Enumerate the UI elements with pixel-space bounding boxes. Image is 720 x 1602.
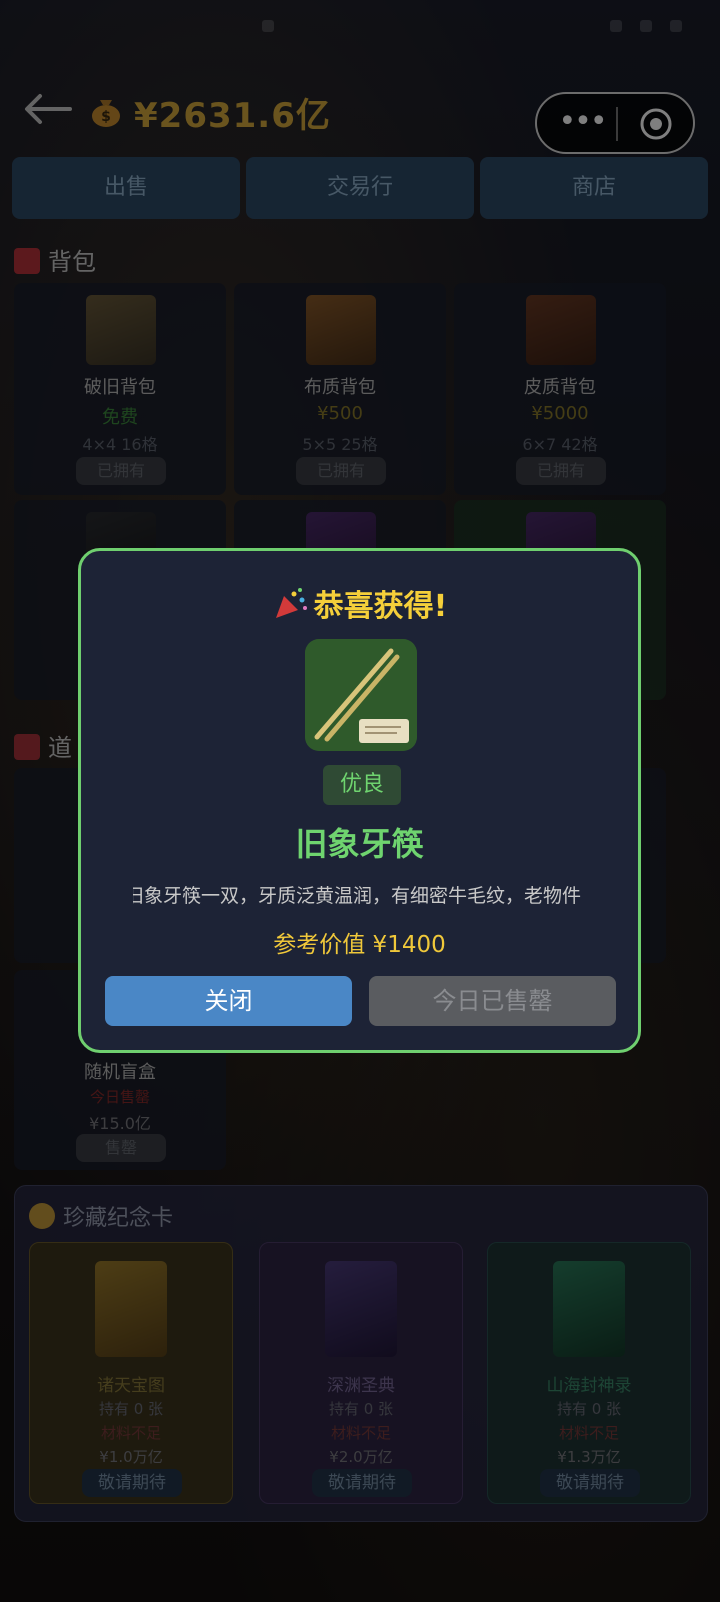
sold-out-button: 今日已售罄 <box>369 976 616 1026</box>
reference-value: 参考价值 ¥1400 <box>273 932 446 958</box>
reward-modal: 恭喜获得! 优良 旧象牙筷 旧象牙筷一双，牙质泛黄温润，有细密牛毛纹，老物件 参… <box>78 548 641 1053</box>
close-button[interactable]: 关闭 <box>105 976 352 1026</box>
app-root: $ ¥2631.6亿 ••• 出售 交易行 商店 背包 破旧背包 免费 4×4 … <box>0 0 720 1602</box>
party-popper-icon <box>275 588 307 618</box>
chopsticks-item-image <box>305 639 417 751</box>
item-description-text: 旧象牙筷一双，牙质泛黄温润，有细密牛毛纹，老物件 <box>133 885 581 907</box>
modal-title-text: 恭喜获得! <box>313 589 448 624</box>
item-name: 旧象牙筷 <box>295 825 424 863</box>
item-description: 旧象牙筷一双，牙质泛黄温润，有细密牛毛纹，老物件 <box>133 881 589 911</box>
modal-title: 恭喜获得! <box>81 581 638 625</box>
rarity-badge: 优良 <box>323 765 401 805</box>
